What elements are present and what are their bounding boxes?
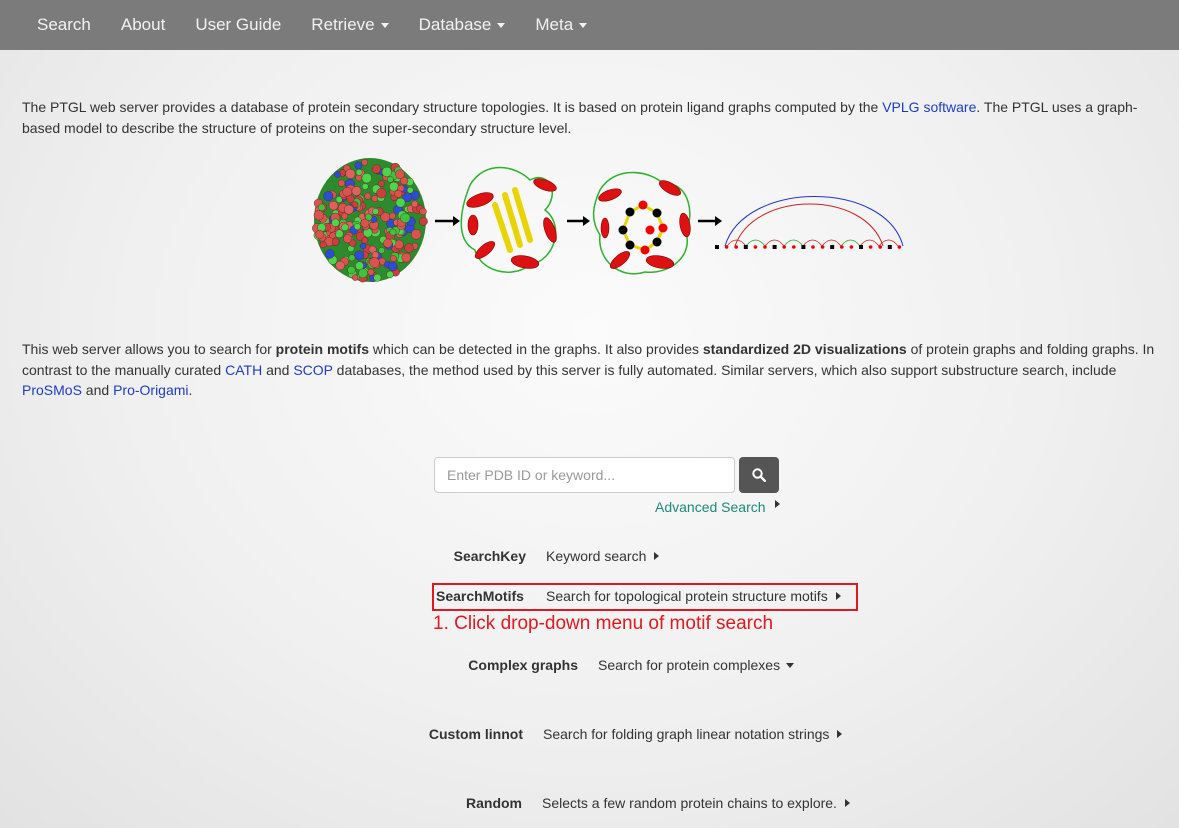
search-input[interactable] (434, 457, 735, 493)
top-navbar: Search About User Guide Retrieve Databas… (0, 0, 1179, 50)
caret-right-icon (844, 799, 850, 807)
nav-user-guide[interactable]: User Guide (180, 0, 296, 50)
nav-meta-label: Meta (535, 15, 574, 34)
custom-linnot-label: Custom linnot (428, 726, 523, 742)
desc-text: and (81, 382, 114, 398)
searchkey-label: SearchKey (453, 548, 526, 564)
vplg-link[interactable]: VPLG software (882, 99, 976, 115)
description-paragraph: This web server allows you to search for… (22, 339, 1179, 401)
searchmotifs-value: Search for topological protein structure… (546, 588, 828, 604)
caret-right-icon (835, 592, 841, 600)
caret-down-icon (497, 22, 506, 28)
cath-link[interactable]: CATH (225, 362, 262, 378)
search-icon (752, 468, 766, 482)
desc-text: databases, the method used by this serve… (332, 361, 1117, 378)
linear-graph-image (715, 196, 904, 249)
caret-right-icon (837, 730, 843, 738)
caret-right-icon (654, 552, 660, 560)
arrow-icon (698, 216, 722, 226)
annotation-text: 1. Click drop-down menu of motif search (433, 613, 774, 634)
random-dropdown[interactable]: Selects a few random protein chains to e… (542, 795, 850, 811)
searchmotifs-dropdown[interactable]: Search for topological protein structure… (546, 588, 841, 604)
nav-user-guide-label: User Guide (195, 15, 282, 34)
custom-linnot-dropdown[interactable]: Search for folding graph linear notation… (543, 726, 843, 742)
nav-about-label: About (120, 15, 166, 34)
nav-search-label: Search (37, 15, 91, 34)
ribbon-structure-image (460, 166, 557, 273)
searchkey-value: Keyword search (546, 548, 647, 564)
complex-graphs-dropdown[interactable]: Search for protein complexes (598, 657, 795, 673)
desc-text: This web server allows you to search for (22, 341, 276, 357)
pro-origami-link[interactable]: Pro-Origami (113, 382, 188, 398)
caret-down-icon (380, 22, 389, 28)
ribbon-graph-overlay-image (592, 171, 691, 275)
nav-database-dropdown[interactable]: Database (404, 0, 521, 50)
intro-text: The PTGL web server provides a database … (22, 99, 883, 115)
nav-retrieve-label: Retrieve (311, 15, 375, 34)
advanced-search-label: Advanced Search (655, 499, 766, 515)
nav-search[interactable]: Search (22, 0, 106, 50)
arrow-icon (435, 216, 460, 226)
bold-protein-motifs: protein motifs (275, 341, 369, 357)
searchmotifs-label: SearchMotifs (436, 588, 524, 604)
prosmos-link[interactable]: ProSMoS (22, 382, 82, 398)
atom-sphere-model-image (312, 158, 428, 283)
nav-meta-dropdown[interactable]: Meta (520, 0, 602, 50)
intro-paragraph: The PTGL web server provides a database … (22, 97, 1172, 138)
bold-2d-visualizations: standardized 2D visualizations (702, 341, 907, 357)
caret-right-icon (774, 500, 780, 508)
custom-linnot-value: Search for folding graph linear notation… (543, 726, 830, 742)
nav-about[interactable]: About (106, 0, 180, 50)
desc-text: . (188, 382, 193, 398)
complex-graphs-value: Search for protein complexes (598, 657, 781, 673)
desc-text: and (262, 361, 294, 378)
nav-retrieve-dropdown[interactable]: Retrieve (296, 0, 403, 50)
advanced-search-link[interactable]: Advanced Search (655, 499, 780, 515)
searchkey-dropdown[interactable]: Keyword search (546, 548, 660, 564)
nav-database-label: Database (418, 15, 492, 34)
random-label: Random (466, 795, 522, 811)
desc-text: which can be detected in the graphs. It … (369, 341, 703, 357)
pipeline-illustration (312, 158, 904, 283)
desc-text: of protein graphs and folding graphs. In (906, 341, 1155, 357)
complex-graphs-label: Complex graphs (468, 657, 578, 673)
caret-down-icon (786, 662, 795, 668)
caret-down-icon (579, 22, 588, 28)
scop-link[interactable]: SCOP (293, 362, 332, 378)
search-button[interactable] (739, 457, 779, 493)
desc-text: contrast to the manually curated (22, 361, 226, 378)
arrow-icon (567, 216, 590, 226)
random-value: Selects a few random protein chains to e… (542, 795, 837, 811)
